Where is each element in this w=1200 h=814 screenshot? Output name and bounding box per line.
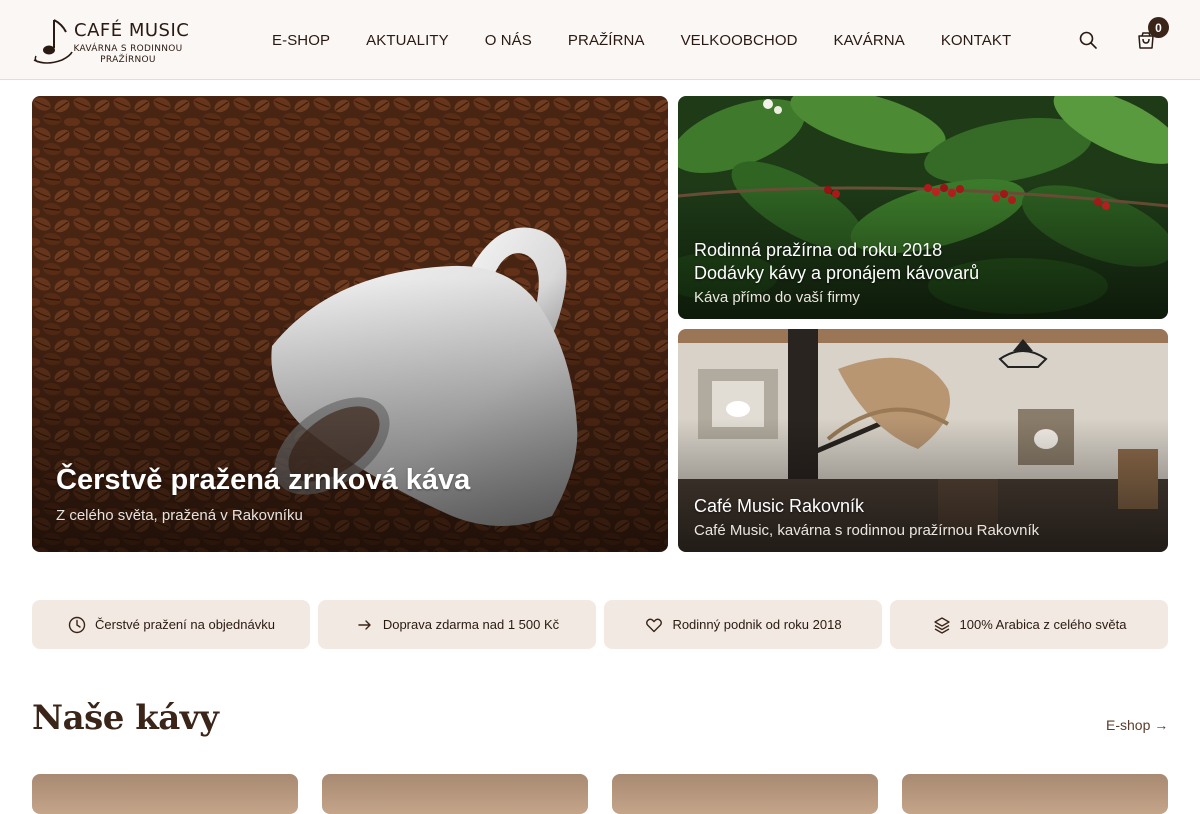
brand-logo[interactable]: CAFÉ MUSIC KAVÁRNA S RODINNOU PRAŽÍRNOU: [32, 14, 192, 68]
clock-icon: [67, 615, 87, 635]
feature-arabica: 100% Arabica z celého světa: [890, 600, 1168, 649]
hero-main-caption: Čerstvě pražená zrnková káva Z celého sv…: [56, 464, 644, 524]
brand-subtitle: KAVÁRNA S RODINNOU PRAŽÍRNOU: [72, 44, 184, 66]
music-note-icon: [33, 19, 73, 64]
cart-count-badge: 0: [1148, 17, 1169, 38]
hero-cafe-caption: Café Music Rakovník Café Music, kavárna …: [694, 495, 1144, 539]
product-card[interactable]: [612, 774, 878, 814]
nav-item-e-shop[interactable]: E-SHOP: [254, 32, 348, 49]
hero-main-title: Čerstvě pražená zrnková káva: [56, 464, 471, 496]
section-title-our-coffees: Naše kávy: [32, 698, 219, 738]
hero-cafe-subtitle: Café Music, kavárna s rodinnou pražírnou…: [694, 522, 1040, 539]
hero-plant-title-line-1: Rodinná pražírna od roku 2018: [694, 240, 943, 260]
hero-card-cafe[interactable]: Café Music Rakovník Café Music, kavárna …: [678, 329, 1168, 552]
feature-label: Čerstvé pražení na objednávku: [95, 617, 275, 632]
hero-plant-title-line-2: Dodávky kávy a pronájem kávovarů: [694, 263, 980, 283]
heart-icon: [644, 615, 664, 635]
eshop-link[interactable]: E-shop →: [1106, 717, 1168, 733]
nav-item-kontakt[interactable]: KONTAKT: [923, 32, 1029, 49]
product-card[interactable]: [902, 774, 1168, 814]
product-card[interactable]: [322, 774, 588, 814]
layers-icon: [932, 615, 952, 635]
hero-cafe-title: Café Music Rakovník: [694, 496, 865, 516]
brand-subtitle-line-2: PRAŽÍRNOU: [100, 55, 156, 65]
main-nav: E-SHOP AKTUALITY O NÁS PRAŽÍRNA VELKOOBC…: [254, 0, 1029, 80]
nav-item-kavarna[interactable]: KAVÁRNA: [816, 32, 923, 49]
site-header: CAFÉ MUSIC KAVÁRNA S RODINNOU PRAŽÍRNOU …: [0, 0, 1200, 80]
product-card[interactable]: [32, 774, 298, 814]
hero-plant-caption: Rodinná pražírna od roku 2018 Dodávky ká…: [694, 239, 1144, 306]
feature-family-business: Rodinný podnik od roku 2018: [604, 600, 882, 649]
feature-label: 100% Arabica z celého světa: [959, 617, 1127, 632]
feature-free-shipping: Doprava zdarma nad 1 500 Kč: [318, 600, 596, 649]
feature-label: Rodinný podnik od roku 2018: [672, 617, 842, 632]
nav-item-velkoobchod[interactable]: VELKOOBCHOD: [663, 32, 816, 49]
arrow-right-icon: [355, 615, 375, 635]
search-icon: [1079, 31, 1097, 49]
nav-item-prazirna[interactable]: PRAŽÍRNA: [550, 32, 663, 49]
feature-label: Doprava zdarma nad 1 500 Kč: [382, 617, 560, 632]
hero-main-subtitle: Z celého světa, pražená v Rakovníku: [56, 507, 303, 524]
nav-item-aktuality[interactable]: AKTUALITY: [348, 32, 467, 49]
brand-title: CAFÉ MUSIC: [74, 20, 190, 41]
hero-plant-subtitle: Káva přímo do vaší firmy: [694, 289, 860, 306]
search-button[interactable]: [1074, 26, 1102, 54]
hero-card-roastery[interactable]: Rodinná pražírna od roku 2018 Dodávky ká…: [678, 96, 1168, 319]
brand-subtitle-line-1: KAVÁRNA S RODINNOU: [73, 44, 183, 54]
nav-item-o-nas[interactable]: O NÁS: [467, 32, 550, 49]
hero-card-fresh-coffee[interactable]: Čerstvě pražená zrnková káva Z celého sv…: [32, 96, 668, 552]
feature-fresh-roasting: Čerstvé pražení na objednávku: [32, 600, 310, 649]
